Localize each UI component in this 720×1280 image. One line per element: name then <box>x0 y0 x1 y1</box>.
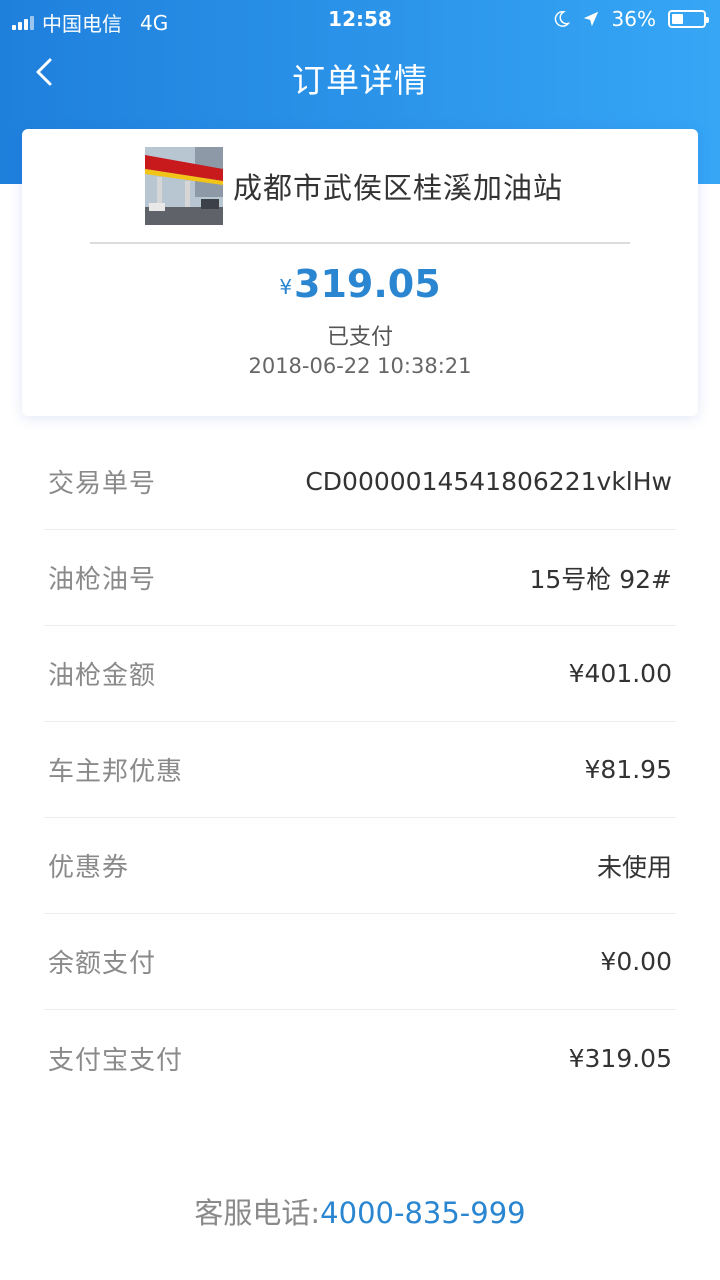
detail-value: CD0000014541806221vklHw <box>305 467 672 496</box>
status-bar-right: 36% <box>552 7 709 31</box>
detail-label: 交易单号 <box>48 469 157 499</box>
location-arrow-icon <box>583 11 598 27</box>
card-divider <box>90 242 630 244</box>
detail-label: 车主邦优惠 <box>48 757 184 787</box>
detail-label: 优惠券 <box>48 853 130 883</box>
detail-value: ¥0.00 <box>600 947 672 976</box>
battery-icon <box>668 10 709 28</box>
hotline-label: 客服电话: <box>194 1196 321 1230</box>
navigation-bar: 订单详情 <box>0 38 720 108</box>
moon-icon <box>554 11 570 27</box>
battery-percent: 36% <box>611 7 656 31</box>
order-summary-card: 成都市武侯区桂溪加油站 ¥319.05 已支付 2018-06-22 10:38… <box>22 129 698 416</box>
currency-symbol: ¥ <box>279 275 293 299</box>
payment-time: 2018-06-22 10:38:21 <box>248 354 472 378</box>
station-name: 成都市武侯区桂溪加油站 <box>233 171 564 205</box>
detail-row-transaction-id: 交易单号 CD0000014541806221vklHw <box>44 434 676 530</box>
detail-row-coupon: 优惠券 未使用 <box>44 818 676 914</box>
gas-station-image <box>145 147 223 225</box>
detail-value: 未使用 <box>596 852 672 882</box>
page-title: 订单详情 <box>292 61 428 100</box>
amount-value: 319.05 <box>294 262 441 306</box>
detail-row-pump-amount: 油枪金额 ¥401.00 <box>44 626 676 722</box>
detail-row-discount: 车主邦优惠 ¥81.95 <box>44 722 676 818</box>
detail-row-pump-fuel: 油枪油号 15号枪 92# <box>44 530 676 626</box>
hotline-number-link[interactable]: 4000-835-999 <box>320 1196 525 1230</box>
detail-row-alipay-payment: 支付宝支付 ¥319.05 <box>44 1010 676 1106</box>
paid-amount: ¥319.05 <box>22 262 698 306</box>
payment-status: 已支付 <box>326 325 393 350</box>
detail-value: ¥319.05 <box>568 1043 672 1073</box>
customer-service-hotline: 客服电话:4000-835-999 <box>0 1190 720 1232</box>
detail-label: 油枪油号 <box>48 565 157 595</box>
detail-value: ¥401.00 <box>568 659 672 688</box>
detail-label: 余额支付 <box>48 949 157 979</box>
battery-level <box>672 14 683 24</box>
detail-value: ¥81.95 <box>584 755 672 784</box>
status-bar: 中国电信 4G 12:58 36% <box>0 0 720 38</box>
detail-label: 油枪金额 <box>48 661 157 691</box>
detail-value: 15号枪 92# <box>529 564 672 594</box>
station-info: 成都市武侯区桂溪加油站 <box>145 147 563 225</box>
detail-label: 支付宝支付 <box>48 1045 184 1076</box>
detail-row-balance-payment: 余额支付 ¥0.00 <box>44 914 676 1010</box>
order-details-list: 交易单号 CD0000014541806221vklHw 油枪油号 15号枪 9… <box>44 434 676 1106</box>
